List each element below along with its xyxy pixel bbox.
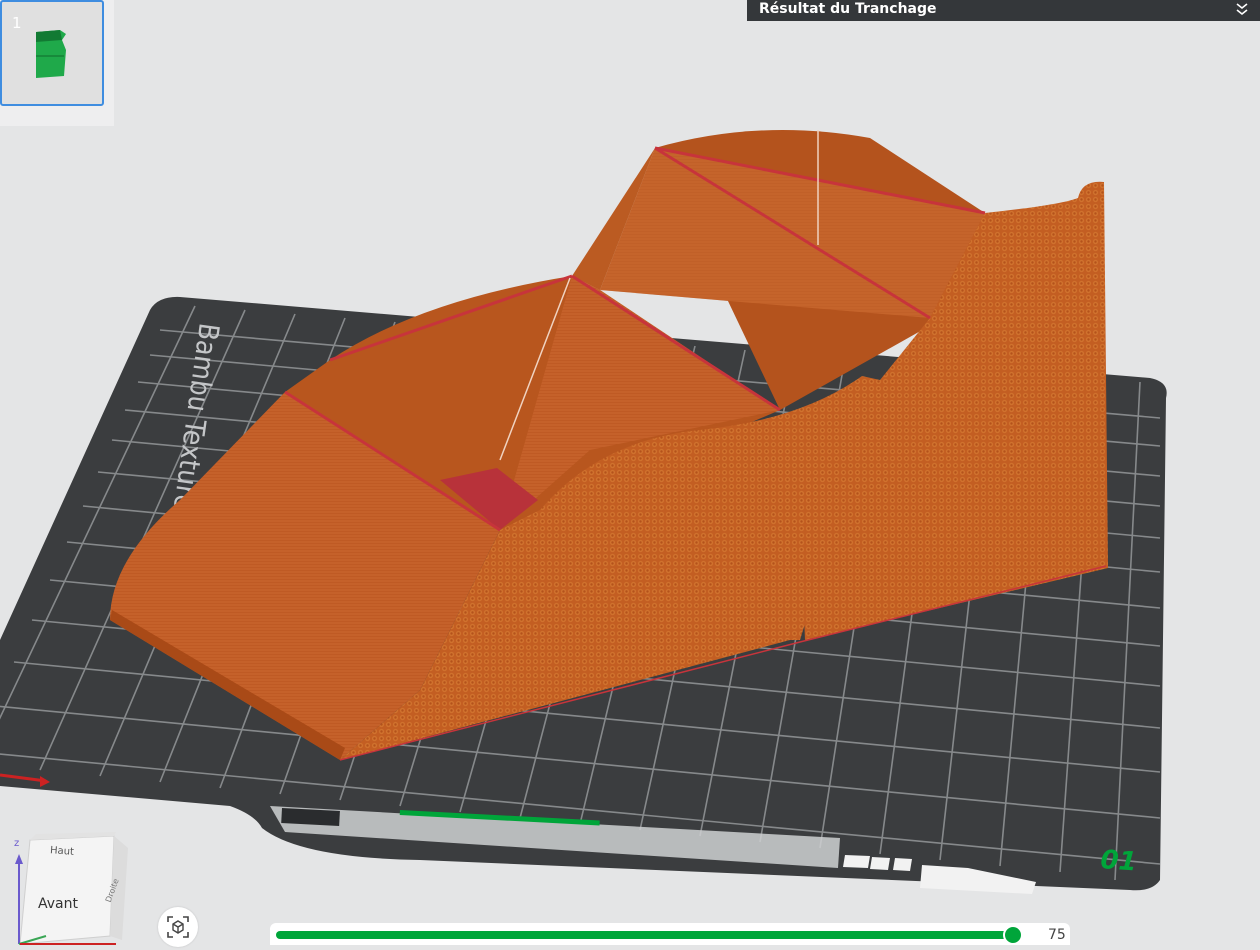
slicing-result-panel-header[interactable]: Résultat du Tranchage (747, 0, 1260, 21)
layer-slider-value: 75 (1048, 927, 1066, 943)
plate-thumbnail-index: 1 (12, 14, 22, 32)
cube-focus-icon (167, 916, 189, 938)
view-cube-front-face[interactable]: Avant (38, 896, 78, 912)
layer-slider-handle[interactable] (1003, 925, 1023, 945)
plate-thumbnail-panel: 1 (0, 0, 114, 126)
fit-view-button[interactable] (158, 907, 198, 947)
model-preview-icon (36, 30, 66, 78)
axis-z-label: z (14, 838, 20, 849)
slicing-result-title: Résultat du Tranchage (759, 1, 937, 17)
3d-viewport[interactable]: Bambu Textured PEI Plate 01 (0, 0, 1260, 945)
layer-slider[interactable]: 75 (270, 923, 1070, 945)
layer-slider-track[interactable] (276, 931, 1013, 939)
plate-thumbnail[interactable]: 1 (0, 0, 104, 106)
plate-number: 01 (1100, 845, 1138, 877)
view-cube[interactable]: z Haut Avant Droite (6, 828, 136, 945)
view-cube-top-face[interactable]: Haut (50, 845, 75, 858)
double-chevron-down-icon[interactable] (1234, 1, 1250, 17)
